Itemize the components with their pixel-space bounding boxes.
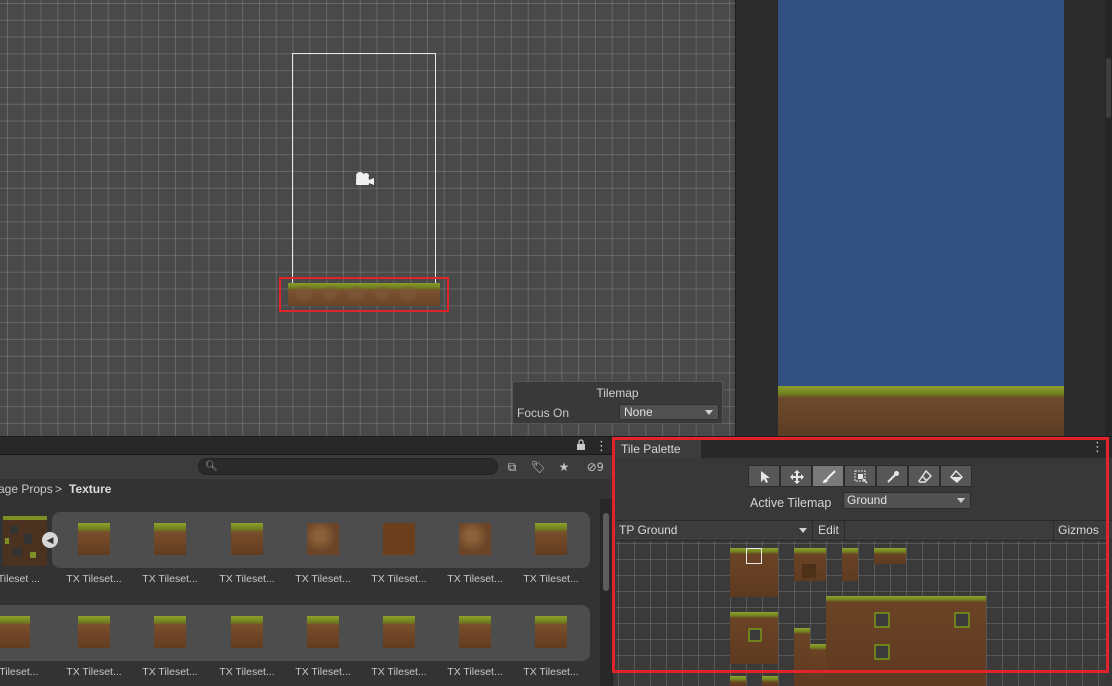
game-scrollbar[interactable] [1105,0,1112,436]
asset-thumbnail[interactable] [383,523,415,555]
asset-label: TX Tileset... [142,573,198,585]
scrollbar-thumb[interactable] [1106,58,1111,118]
scene-view[interactable]: Tilemap Focus On None [0,0,735,436]
favorite-star-icon[interactable]: ★ [552,457,576,477]
project-toolbar: 🔍︎ ⧉ 🏷︎ ★ ⊘9 [0,455,612,479]
breadcrumb-parent[interactable]: age Props [0,479,53,499]
lock-icon[interactable] [576,439,586,454]
asset-thumbnail[interactable] [78,523,110,555]
hidden-packages-button[interactable]: ⊘9 [580,457,610,477]
hidden-count: 9 [596,460,604,474]
asset-thumbnail[interactable] [231,523,263,555]
asset-label: TX Tileset... [295,666,351,678]
palette-tile[interactable] [730,676,746,686]
camera-icon[interactable] [353,171,375,187]
project-header: ⋮ [0,437,612,455]
asset-thumbnail[interactable] [78,616,110,648]
asset-label: TX Tileset... [295,573,351,585]
asset-label: TX Tileset... [66,573,122,585]
asset-thumbnail[interactable] [459,616,491,648]
create-filter-icon[interactable]: ⧉ [500,457,524,477]
palette-highlight-box [612,437,1109,673]
palette-tile[interactable] [762,676,778,686]
asset-label: TX Tileset... [219,666,275,678]
asset-thumbnail[interactable] [154,523,186,555]
game-view[interactable] [736,0,1112,436]
asset-label: TX Tileset... [447,666,503,678]
tilemap-focus-overlay: Tilemap Focus On None [512,381,723,424]
eye-slash-icon: ⊘ [586,460,597,474]
asset-thumbnail[interactable] [383,616,415,648]
asset-label: TX Tileset... [371,573,427,585]
asset-thumbnail[interactable] [154,616,186,648]
breadcrumb: age Props > Texture [0,479,612,499]
asset-label: TX Tileset... [142,666,198,678]
asset-label: X Tileset... [0,666,39,678]
asset-thumbnail[interactable] [0,616,30,648]
project-scrollbar[interactable] [600,499,612,686]
asset-label: TX Tileset... [371,666,427,678]
asset-thumbnail[interactable] [307,523,339,555]
asset-label: X Tileset ... [0,573,40,585]
focus-on-label: Focus On [517,406,570,420]
focus-on-dropdown[interactable]: None [619,404,719,420]
search-input[interactable]: 🔍︎ [198,458,498,475]
asset-thumbnail[interactable] [459,523,491,555]
asset-thumbnail[interactable] [535,616,567,648]
asset-grid: X Tileset ... TX Tileset... TX Tileset... T… [0,499,600,686]
breadcrumb-current[interactable]: Texture [69,479,111,499]
breadcrumb-separator: > [55,482,63,496]
ground-highlight-box [279,277,449,312]
label-filter-icon[interactable]: 🏷︎ [526,457,550,477]
asset-label: TX Tileset... [66,666,122,678]
focus-on-value: None [624,405,653,419]
chevron-down-icon [705,410,713,415]
scrollbar-thumb[interactable] [603,513,609,591]
collapse-arrow-icon[interactable]: ◀ [42,532,58,548]
kebab-menu-icon[interactable]: ⋮ [595,438,608,454]
asset-label: TX Tileset... [219,573,275,585]
overlay-title: Tilemap [596,386,639,400]
asset-label: TX Tileset... [523,666,579,678]
asset-label: TX Tileset... [523,573,579,585]
game-background [778,0,1064,436]
asset-label: TX Tileset... [447,573,503,585]
project-panel: ⋮ 🔍︎ ⧉ 🏷︎ ★ ⊘9 age Props > Texture X Til… [0,437,612,686]
asset-thumbnail[interactable] [307,616,339,648]
game-ground [778,386,1064,436]
asset-thumbnail[interactable] [231,616,263,648]
asset-thumbnail[interactable] [535,523,567,555]
search-icon: 🔍︎ [205,461,218,472]
